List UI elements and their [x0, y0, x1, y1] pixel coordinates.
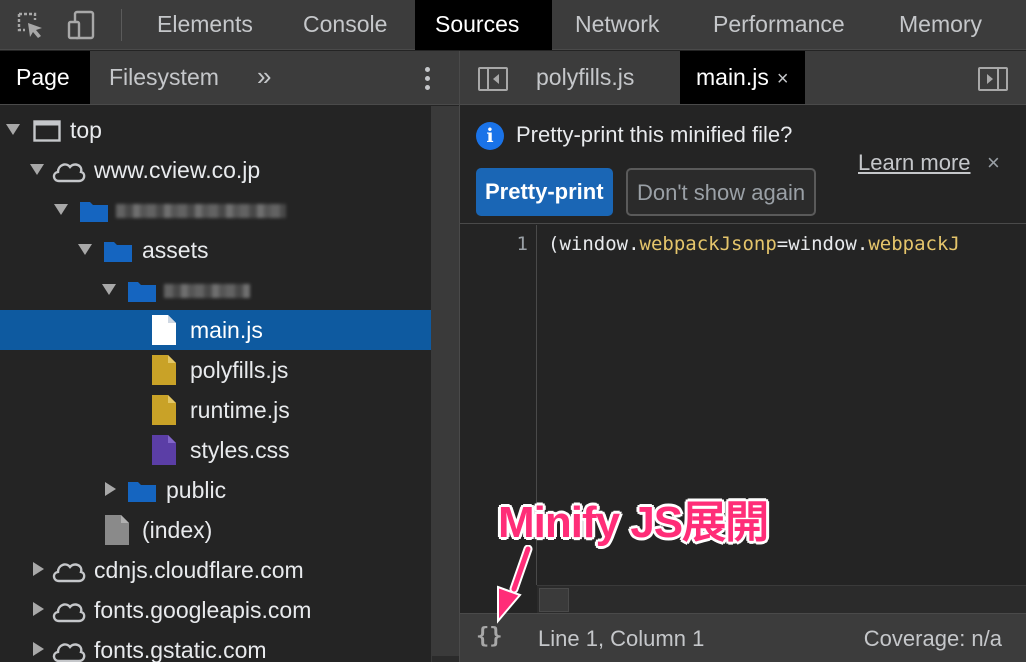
horizontal-scrollbar[interactable] [537, 585, 1026, 613]
tree-item-styles-css[interactable]: styles.css [0, 430, 431, 470]
code-token: webpackJsonp [639, 233, 777, 255]
tree-item-main-js[interactable]: main.js [0, 310, 431, 350]
toggle-navigator-icon[interactable] [478, 67, 508, 91]
tree-item-runtime-js[interactable]: runtime.js [0, 390, 431, 430]
tree-item-label: fonts.googleapis.com [94, 597, 312, 623]
toggle-debugger-icon[interactable] [978, 67, 1008, 91]
code-editor[interactable]: 1 (window.webpackJsonp=window.webpackJ [460, 225, 1026, 613]
tree-item-label: runtime.js [190, 397, 290, 423]
tree-item-label: polyfills.js [190, 357, 289, 383]
tree-item-label: cdnjs.cloudflare.com [94, 557, 304, 583]
tab-page[interactable]: Page [0, 51, 90, 104]
expand-arrow-icon[interactable] [102, 284, 116, 295]
close-infobar-icon[interactable]: × [987, 150, 1000, 176]
folder-icon [104, 240, 132, 267]
pretty-print-button[interactable]: Pretty-print [476, 168, 613, 216]
code-token: webpackJ [868, 233, 960, 255]
tree-item-polyfills-js[interactable]: polyfills.js [0, 350, 431, 390]
css-file-icon [152, 435, 176, 470]
scrollbar-thumb[interactable] [539, 588, 569, 612]
tab-memory[interactable]: Memory [879, 0, 1002, 50]
cursor-position: Line 1, Column 1 [538, 626, 705, 651]
tab-filesystem[interactable]: Filesystem [93, 51, 235, 104]
frame-icon [33, 120, 61, 147]
close-tab-icon[interactable]: × [777, 68, 789, 90]
device-toggle-icon[interactable] [64, 8, 100, 42]
tree-item-label: (index) [142, 517, 213, 543]
tab-console[interactable]: Console [283, 0, 407, 50]
tree-item-label: styles.css [190, 437, 290, 463]
tree-item-label: top [70, 117, 102, 143]
redacted-label [164, 284, 250, 298]
inspect-element-icon[interactable] [12, 8, 48, 42]
tree-item-label: public [166, 477, 227, 503]
folder-icon [128, 280, 156, 307]
expand-arrow-icon[interactable] [54, 204, 68, 215]
toolbar-divider [121, 9, 122, 41]
pretty-print-infobar: i Pretty-print this minified file? Learn… [460, 106, 1026, 224]
navigator-scrollbar[interactable] [431, 106, 459, 662]
cloud-icon [50, 159, 86, 188]
folder-icon [128, 480, 156, 507]
scrollbar-thumb[interactable] [432, 106, 459, 656]
tab-sources[interactable]: Sources [415, 0, 552, 50]
tree-item-folder[interactable] [0, 270, 431, 310]
document-file-icon [105, 515, 129, 550]
tree-item-public[interactable]: public [0, 470, 431, 510]
expand-arrow-icon[interactable] [30, 164, 44, 175]
tree-item-folder[interactable] [0, 190, 431, 230]
tree-item-domain[interactable]: cdnjs.cloudflare.com [0, 550, 431, 590]
tree-item-domain[interactable]: www.cview.co.jp [0, 150, 431, 190]
redacted-label [116, 204, 286, 218]
cloud-icon [50, 559, 86, 588]
tree-item-index[interactable]: (index) [0, 510, 431, 550]
editor-tab-label: main.js [696, 64, 769, 90]
tree-item-label: main.js [190, 317, 263, 343]
info-icon: i [476, 122, 504, 150]
annotation-arrow-icon [497, 545, 533, 624]
coverage-status[interactable]: Coverage: n/a [864, 626, 1002, 652]
dont-show-again-button[interactable]: Don't show again [626, 168, 817, 216]
editor-tabstrip: polyfills.js main.js × [460, 51, 1026, 105]
editor-statusbar: {} Line 1, Column 1 Coverage: n/a [460, 613, 1026, 662]
js-file-icon [152, 315, 176, 350]
code-line[interactable]: (window.webpackJsonp=window.webpackJ [548, 233, 1026, 255]
tree-item-domain[interactable]: fonts.googleapis.com [0, 590, 431, 630]
annotation-label: Minify JS展開 [498, 498, 769, 547]
collapse-arrow-icon[interactable] [33, 562, 44, 576]
collapse-arrow-icon[interactable] [33, 602, 44, 616]
kebab-menu-icon[interactable] [418, 65, 436, 91]
file-tree: top www.cview.co.jp assets main.js polyf… [0, 106, 431, 662]
tree-item-assets[interactable]: assets [0, 230, 431, 270]
navigator-header: Page Filesystem » [0, 51, 459, 105]
line-number: 1 [516, 233, 528, 255]
tree-item-top[interactable]: top [0, 110, 431, 150]
editor-tab-polyfills[interactable]: polyfills.js [536, 51, 634, 104]
expand-arrow-icon[interactable] [6, 124, 20, 135]
pretty-print-braces-icon[interactable]: {} [476, 624, 503, 649]
more-tabs-button[interactable]: » [257, 51, 271, 104]
collapse-arrow-icon[interactable] [33, 642, 44, 656]
code-token: =window. [776, 233, 869, 255]
code-token: (window. [548, 233, 640, 255]
js-file-icon [152, 355, 176, 390]
tab-network[interactable]: Network [555, 0, 679, 50]
tree-item-label: www.cview.co.jp [94, 157, 261, 183]
collapse-arrow-icon[interactable] [105, 482, 116, 496]
learn-more-link[interactable]: Learn more [858, 150, 971, 176]
cloud-icon [50, 599, 86, 628]
tree-item-domain[interactable]: fonts.gstatic.com [0, 630, 431, 662]
folder-icon [80, 200, 108, 227]
editor-tab-main[interactable]: main.js × [680, 51, 805, 104]
tab-performance[interactable]: Performance [693, 0, 865, 50]
devtools-toolbar: Elements Console Sources Network Perform… [0, 0, 1026, 50]
tree-item-label: assets [142, 237, 209, 263]
js-file-icon [152, 395, 176, 430]
tree-item-label: fonts.gstatic.com [94, 637, 267, 662]
infobar-message: Pretty-print this minified file? [516, 122, 793, 147]
cloud-icon [50, 639, 86, 662]
tab-elements[interactable]: Elements [137, 0, 273, 50]
expand-arrow-icon[interactable] [78, 244, 92, 255]
